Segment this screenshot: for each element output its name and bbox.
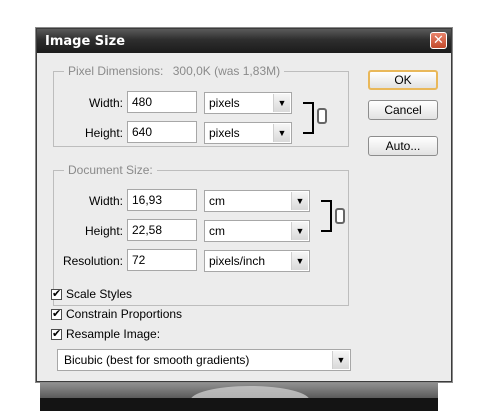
- doc-width-label: Width:: [88, 194, 123, 208]
- chevron-down-icon: ▼: [332, 351, 349, 369]
- document-link-bracket: [321, 200, 332, 232]
- pixel-dimensions-label: Pixel Dimensions:: [68, 64, 164, 78]
- pixel-width-value: 480: [132, 95, 153, 109]
- close-icon: ✕: [433, 32, 444, 47]
- resolution-input[interactable]: 72: [127, 249, 197, 271]
- ok-button[interactable]: OK: [368, 70, 438, 90]
- document-size-label: Document Size:: [64, 163, 157, 177]
- doc-height-unit: cm: [209, 224, 225, 238]
- close-button[interactable]: ✕: [430, 32, 447, 49]
- doc-width-value: 16,93: [132, 193, 163, 207]
- checkmark-icon: ✔: [52, 308, 62, 320]
- constrain-proportions-checkbox[interactable]: ✔: [51, 309, 62, 320]
- pixel-height-input[interactable]: 640: [127, 121, 197, 143]
- resolution-unit-select[interactable]: pixels/inch ▼: [204, 250, 310, 272]
- scale-styles-checkbox[interactable]: ✔: [51, 289, 62, 300]
- doc-width-unit-select[interactable]: cm ▼: [204, 190, 310, 212]
- resample-image-checkbox[interactable]: ✔: [51, 329, 62, 340]
- auto-button[interactable]: Auto...: [368, 136, 438, 156]
- photo-shadow: [40, 398, 438, 411]
- resample-method-value: Bicubic (best for smooth gradients): [64, 353, 250, 367]
- pixel-height-value: 640: [132, 125, 153, 139]
- dialog-body: Pixel Dimensions: 300,0K (was 1,83M) Wid…: [37, 53, 451, 381]
- resample-method-select[interactable]: Bicubic (best for smooth gradients) ▼: [57, 349, 351, 371]
- pixel-height-unit: pixels: [209, 126, 240, 140]
- chevron-down-icon: ▼: [273, 124, 290, 142]
- chevron-down-icon: ▼: [291, 222, 308, 240]
- doc-height-input[interactable]: 22,58: [127, 219, 197, 241]
- chevron-down-icon: ▼: [273, 94, 290, 112]
- doc-height-unit-select[interactable]: cm ▼: [204, 220, 310, 242]
- resolution-value: 72: [132, 253, 146, 267]
- pixel-height-unit-select[interactable]: pixels ▼: [204, 122, 292, 144]
- image-canvas-background: [40, 380, 438, 411]
- chain-link-icon: [335, 208, 345, 224]
- constrain-proportions-label[interactable]: Constrain Proportions: [66, 307, 182, 321]
- pixel-link-bracket: [303, 102, 314, 134]
- chain-link-icon: [317, 108, 327, 124]
- pixel-width-unit: pixels: [209, 96, 240, 110]
- pixel-height-label: Height:: [84, 126, 123, 140]
- resolution-unit: pixels/inch: [209, 254, 266, 268]
- pixel-dimensions-info: 300,0K (was 1,83M): [172, 64, 281, 78]
- cancel-button[interactable]: Cancel: [368, 100, 438, 120]
- doc-width-unit: cm: [209, 194, 225, 208]
- doc-height-value: 22,58: [132, 223, 163, 237]
- pixel-width-input[interactable]: 480: [127, 91, 197, 113]
- image-size-dialog: Image Size ✕ Pixel Dimensions: 300,0K (w…: [36, 28, 452, 382]
- chevron-down-icon: ▼: [291, 252, 308, 270]
- pixel-dimensions-header: Pixel Dimensions: 300,0K (was 1,83M): [64, 64, 285, 78]
- scale-styles-label[interactable]: Scale Styles: [66, 287, 132, 301]
- chevron-down-icon: ▼: [291, 192, 308, 210]
- doc-width-input[interactable]: 16,93: [127, 189, 197, 211]
- pixel-width-label: Width:: [88, 96, 123, 110]
- title-bar[interactable]: Image Size ✕: [37, 29, 451, 53]
- pixel-width-unit-select[interactable]: pixels ▼: [204, 92, 292, 114]
- doc-height-label: Height:: [84, 224, 123, 238]
- checkmark-icon: ✔: [52, 288, 62, 300]
- dialog-title: Image Size: [45, 34, 126, 49]
- resample-image-label[interactable]: Resample Image:: [66, 327, 160, 341]
- resolution-label: Resolution:: [62, 254, 123, 268]
- checkmark-icon: ✔: [52, 328, 62, 340]
